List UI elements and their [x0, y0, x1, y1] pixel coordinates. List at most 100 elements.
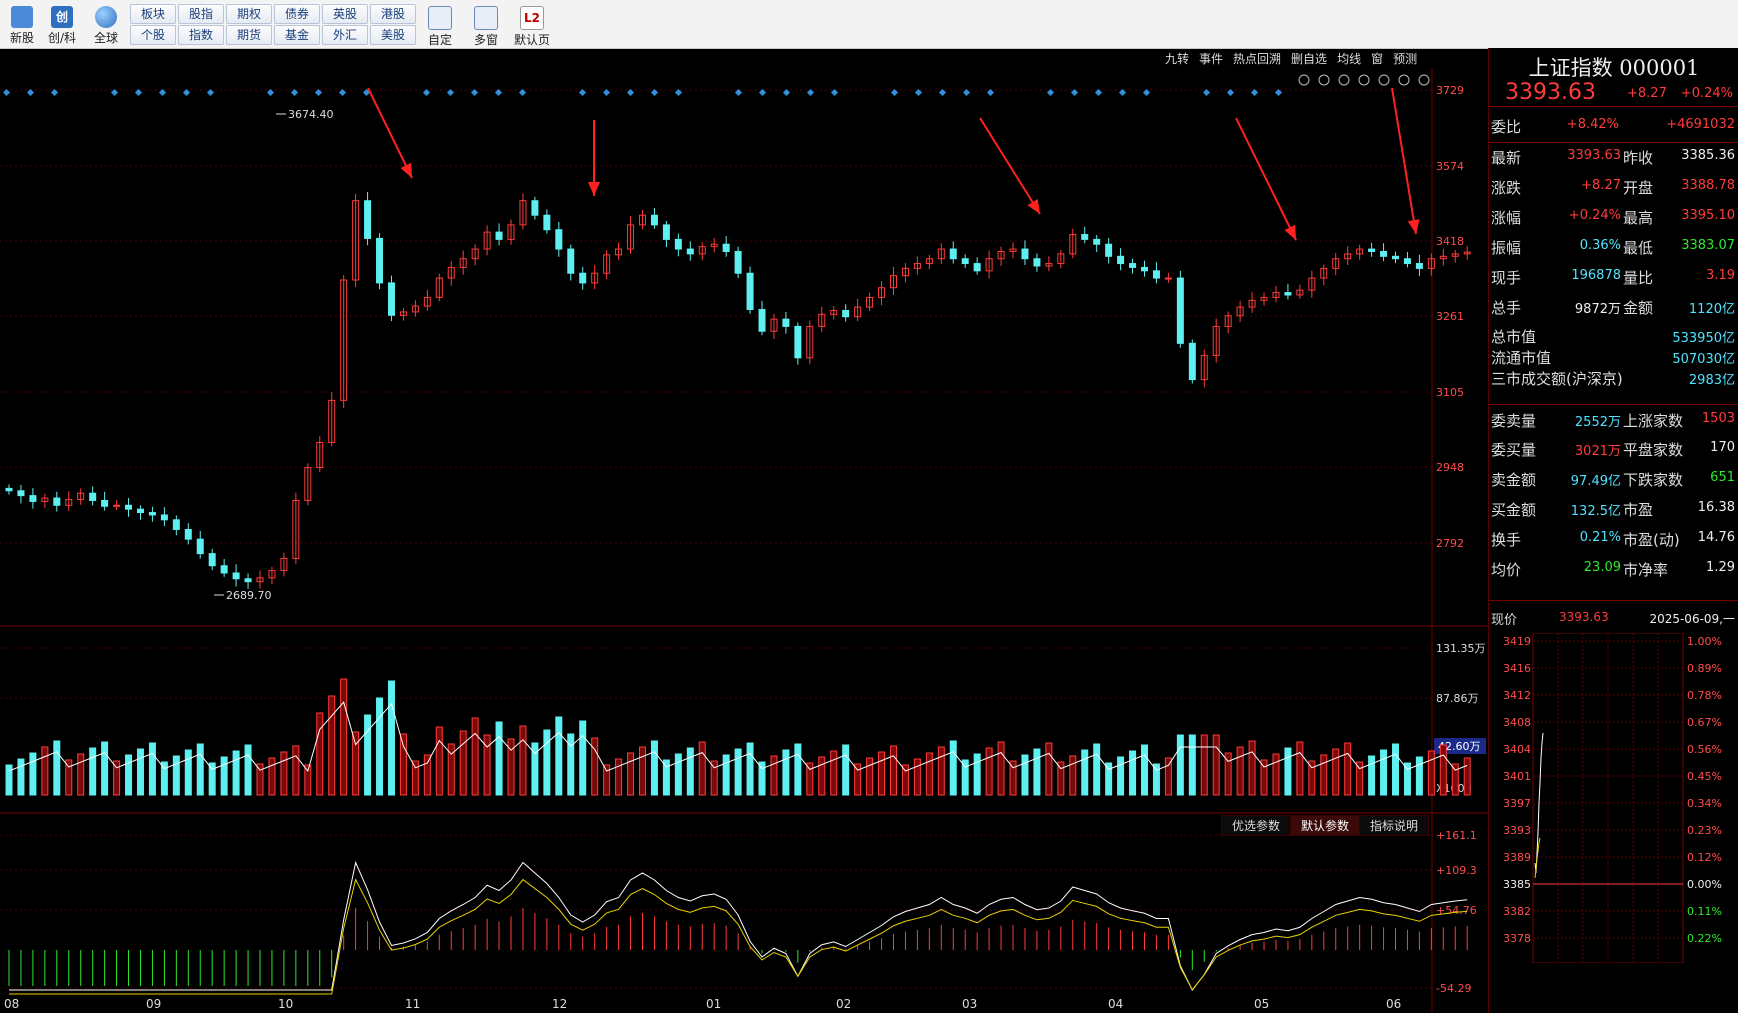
volume-bar [519, 725, 527, 796]
toolbar-custom-button[interactable]: 自定 [420, 4, 460, 47]
mini-pct-label: 0.12% [1687, 851, 1722, 864]
signal-marker [986, 88, 995, 97]
candle-body [1415, 263, 1423, 269]
volume-axis-label: 131.35万 [1436, 642, 1486, 655]
candle-body [782, 318, 790, 327]
tab-yinggu[interactable]: 英股 [322, 4, 368, 24]
volume-bar [794, 743, 802, 796]
mini-price-label: 3419 [1503, 635, 1531, 648]
toolbar-l2-button[interactable]: L2 默认页 [512, 4, 552, 47]
quote-value: 23.09 [1583, 560, 1621, 575]
arrow-head-icon [1027, 198, 1040, 214]
volume-bar [878, 751, 886, 796]
quote-label: 最低 [1623, 239, 1654, 257]
tab-optimized-params[interactable]: 优选参数 [1221, 815, 1292, 836]
annotation-arrow [1235, 117, 1297, 241]
volume-bar [1117, 756, 1125, 796]
volume-bar [638, 746, 646, 796]
candle-body [543, 214, 551, 231]
volume-bar [1403, 762, 1411, 796]
now-price-label: 现价 [1491, 613, 1518, 628]
month-label: 01 [706, 997, 721, 1011]
tab-waihui[interactable]: 外汇 [322, 25, 368, 45]
toolbar-chuang-button[interactable]: 创创/科 [42, 4, 82, 46]
zoom-out-icon[interactable] [1418, 74, 1430, 86]
volume-bar [1212, 734, 1220, 796]
quote-label: 现手 [1491, 269, 1522, 287]
tab-indicator-help[interactable]: 指标说明 [1359, 815, 1430, 836]
month-label: 11 [405, 997, 420, 1011]
volume-bar [901, 764, 909, 796]
candle-body [722, 243, 730, 252]
tab-guzhi[interactable]: 股指 [178, 4, 224, 24]
volume-bar [328, 695, 336, 796]
intraday-mini-chart[interactable]: 3419 1.00% 3416 0.89% 3412 0.78% 3408 0.67% 3404… [1489, 633, 1738, 963]
quote-row: 现手 196878 量比 3.19 [1489, 262, 1738, 292]
mini-pct-label: 0.78% [1687, 689, 1722, 702]
volume-bar [1332, 748, 1340, 796]
volume-bar [1069, 755, 1077, 796]
volume-bar [674, 753, 682, 796]
volume-bar [89, 747, 97, 796]
volume-bar [1368, 755, 1376, 796]
current-price: 3393.63 [1505, 80, 1596, 105]
quote-label: 委卖量 [1491, 412, 1537, 430]
toolbar-multiwindow-button[interactable]: 多窗 [466, 4, 506, 47]
month-label: 09 [146, 997, 161, 1011]
signal-marker [446, 88, 455, 97]
candle-body [1284, 292, 1292, 296]
eye-icon[interactable] [1298, 74, 1310, 86]
candle-body [29, 495, 37, 502]
candle-body [1403, 258, 1411, 265]
mini-price-label: 3416 [1503, 662, 1531, 675]
candle-body [961, 258, 969, 265]
quote-title: 上证指数 000001 [1528, 56, 1700, 80]
tab-zhishu[interactable]: 指数 [178, 25, 224, 45]
quote-value: 3383.07 [1681, 238, 1735, 253]
mini-pct-label: 0.56% [1687, 743, 1722, 756]
tab-zhaiquan[interactable]: 债券 [274, 4, 320, 24]
candle-body [160, 514, 168, 521]
mini-price-label: 3393 [1503, 824, 1531, 837]
volume-bar [41, 746, 49, 796]
kline-chart[interactable]: 3729 3574 3418 3261 3105 2948 2792 3674.40 2689.… [0, 48, 1488, 1013]
tab-jijin[interactable]: 基金 [274, 25, 320, 45]
tab-default-params[interactable]: 默认参数 [1290, 815, 1361, 836]
candle-body [1129, 263, 1137, 268]
toolbar-doc-button[interactable]: 新股 [2, 4, 42, 46]
tab-meigu[interactable]: 美股 [370, 25, 416, 45]
quote-label: 开盘 [1623, 179, 1654, 197]
volume-bar [495, 721, 503, 796]
tab-ganggu[interactable]: 港股 [370, 4, 416, 24]
toolbar-globe-button[interactable]: 全球 [86, 4, 126, 46]
tab-qihuo[interactable]: 期货 [226, 25, 272, 45]
toolbar-label: 自定 [427, 33, 452, 47]
volume-bar [1284, 747, 1292, 796]
tab-bankuai[interactable]: 板块 [130, 4, 176, 24]
tab-gegu[interactable]: 个股 [130, 25, 176, 45]
volume-bar [399, 733, 407, 796]
mini-price-label: 3404 [1503, 743, 1531, 756]
candle-body [794, 325, 802, 359]
lock-icon[interactable] [1378, 74, 1390, 86]
mini-pct-label: 0.11% [1687, 905, 1722, 918]
zoom-in-icon[interactable] [1398, 74, 1410, 86]
candle-body [148, 512, 156, 516]
tab-qiquan[interactable]: 期权 [226, 4, 272, 24]
market-label: 三市成交额(沪深京) [1491, 370, 1623, 388]
quote-label: 量比 [1623, 269, 1654, 287]
volume-bar [830, 750, 838, 796]
volume-bar [710, 760, 718, 796]
undo-icon[interactable] [1338, 74, 1350, 86]
volume-bar [1463, 757, 1471, 796]
candle-body [1164, 277, 1172, 280]
volume-bar [53, 740, 61, 796]
hand-icon[interactable] [1318, 74, 1330, 86]
volume-bar [1439, 744, 1447, 796]
weibi-value: +8.42% [1566, 117, 1619, 132]
candle-body [1081, 234, 1089, 240]
volume-bar [913, 758, 921, 796]
quote-value: 3.19 [1706, 268, 1735, 283]
volume-bar [1344, 742, 1352, 796]
scissors-icon[interactable] [1358, 74, 1370, 86]
